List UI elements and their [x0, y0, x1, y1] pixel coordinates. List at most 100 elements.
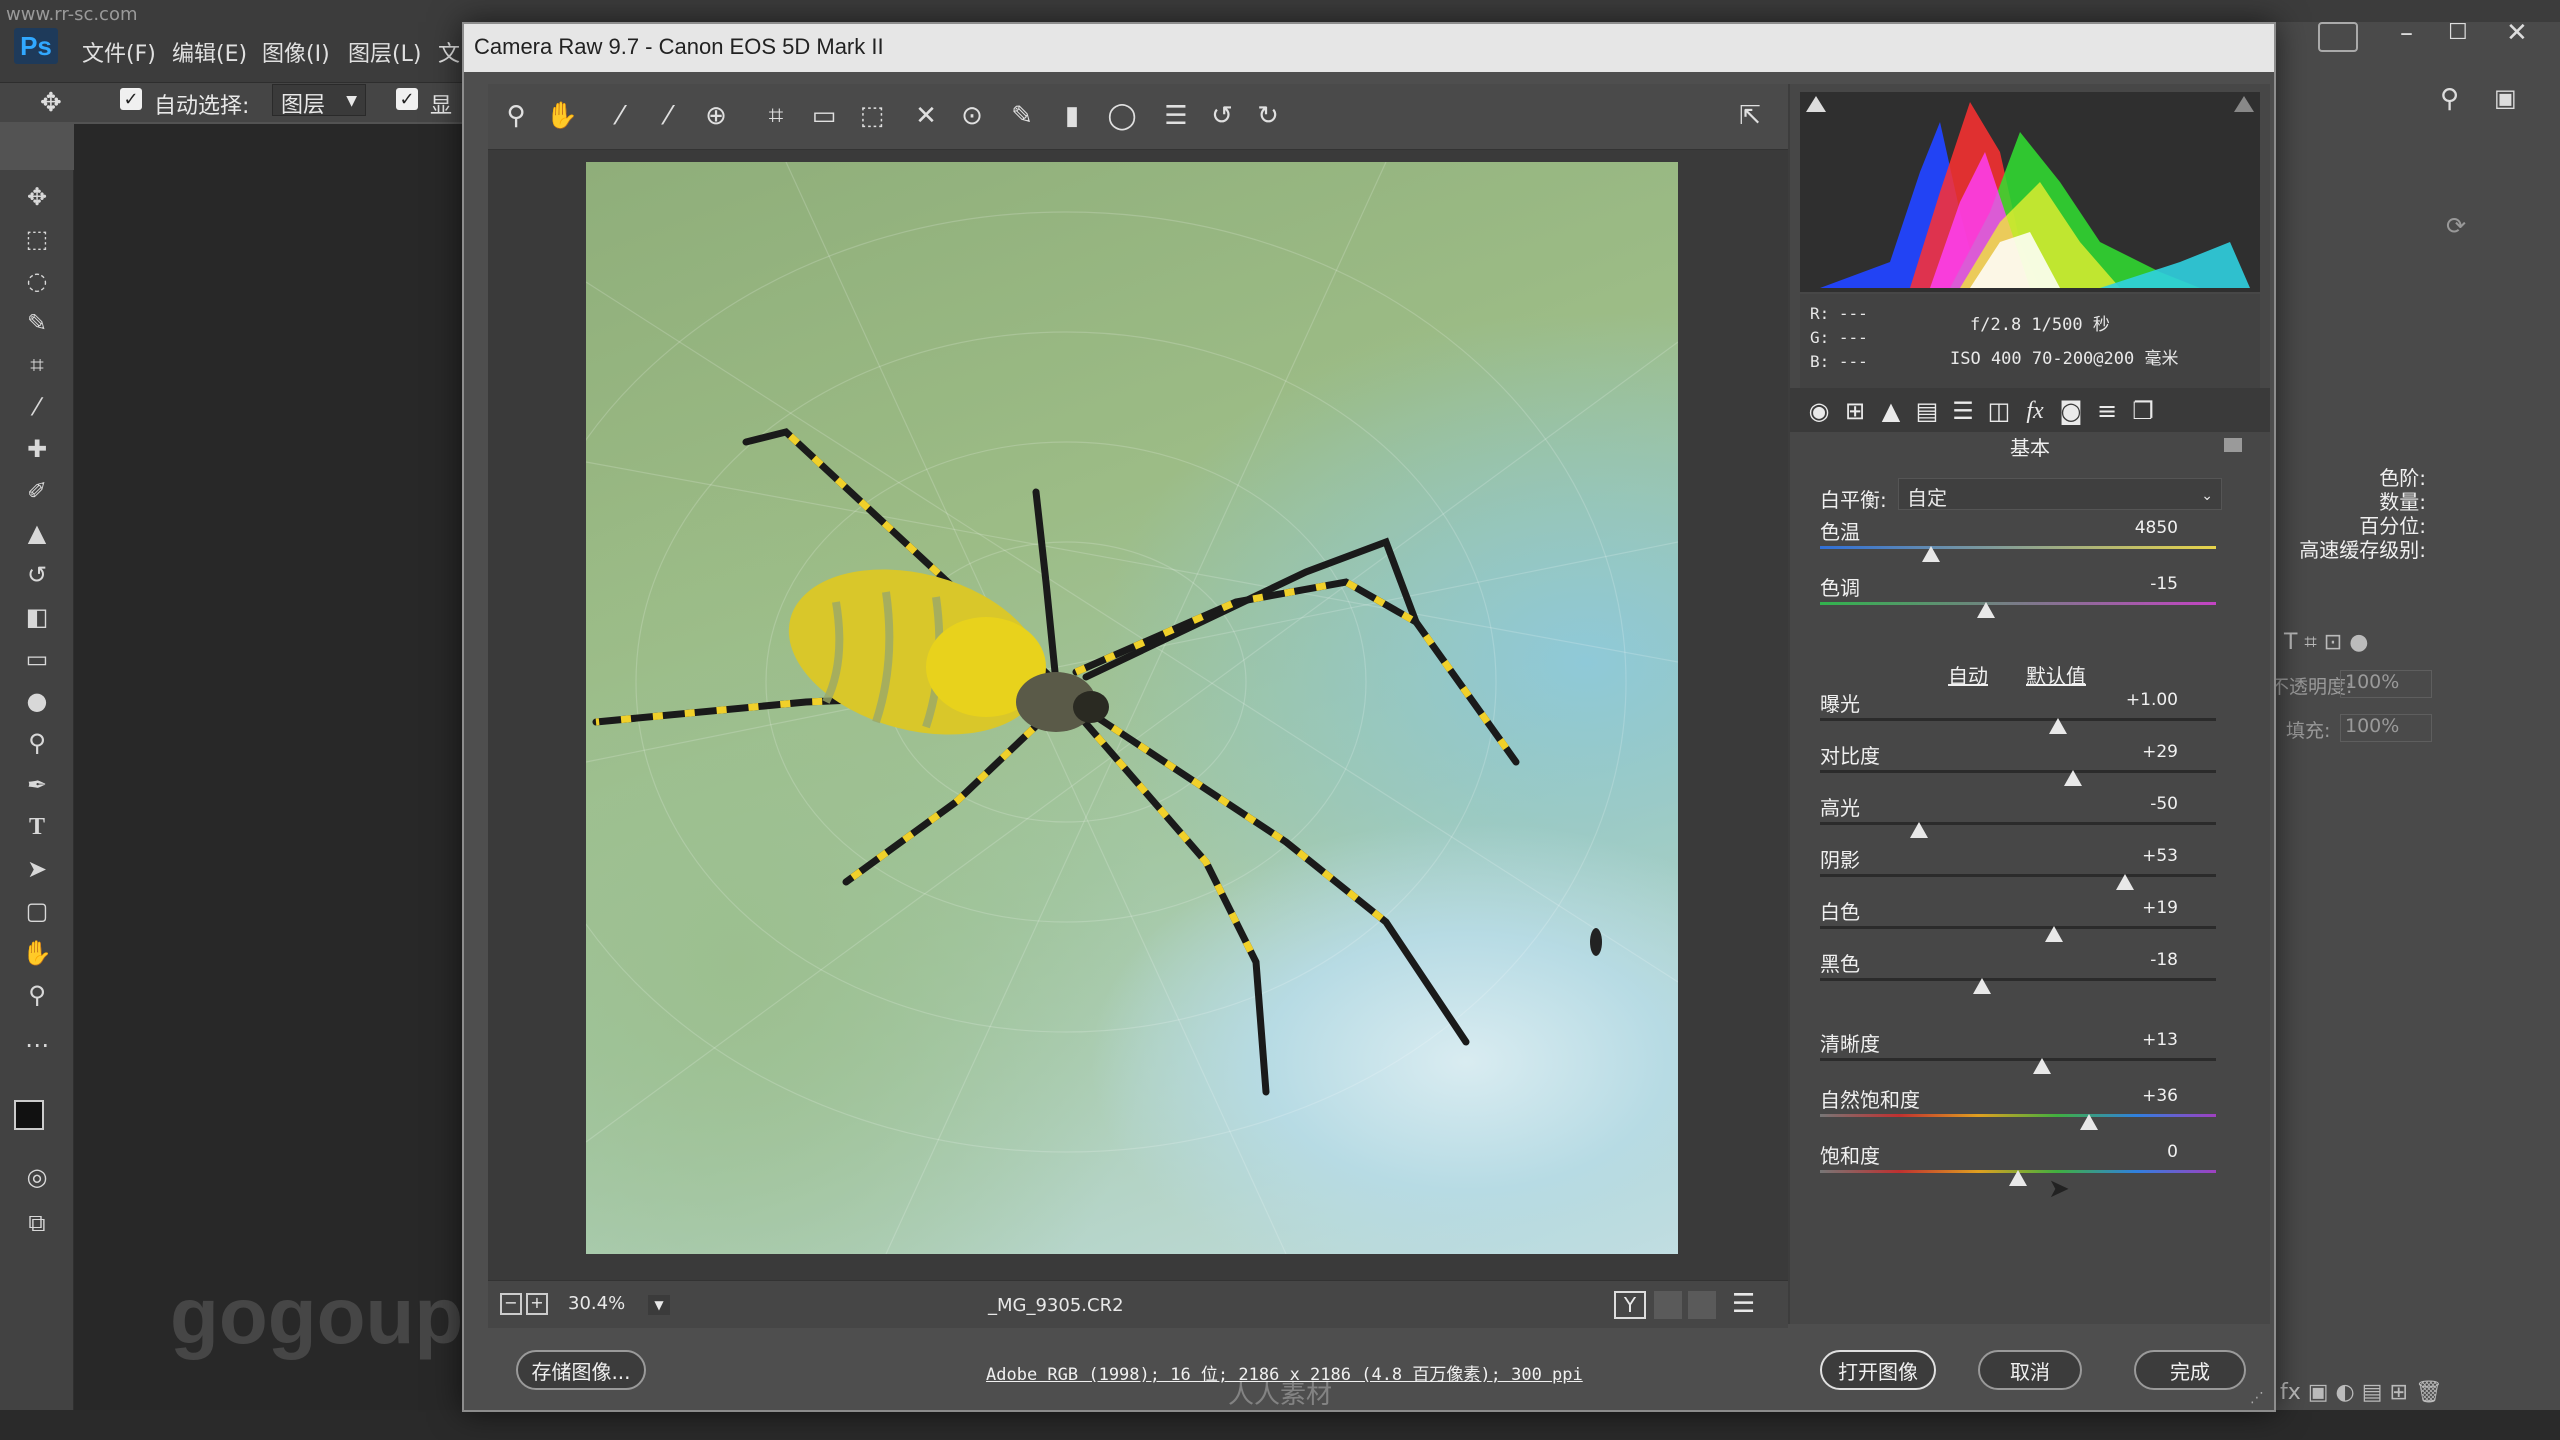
- tab-camera-calibration-icon[interactable]: ◙: [2056, 396, 2086, 426]
- slider-track[interactable]: [1820, 718, 2216, 721]
- move-tool-icon[interactable]: ✥: [40, 88, 62, 118]
- marquee-icon[interactable]: ⬚: [20, 222, 54, 256]
- foreground-color-swatch[interactable]: [14, 1100, 44, 1130]
- show-transform-checkbox[interactable]: ✓: [396, 88, 418, 110]
- workspace-icon[interactable]: [2318, 22, 2358, 52]
- eyedropper-icon[interactable]: ⁄: [20, 390, 54, 424]
- radial-filter-icon[interactable]: ◯: [1104, 98, 1140, 134]
- zoom-dropdown-icon[interactable]: ▼: [648, 1295, 670, 1315]
- blur-icon[interactable]: ●: [20, 684, 54, 718]
- slider-thumb[interactable]: [1973, 978, 1992, 994]
- transform-tool-icon[interactable]: ⬚: [854, 98, 890, 134]
- gradient-icon[interactable]: ▭: [20, 642, 54, 676]
- slider-value[interactable]: 0: [2118, 1142, 2178, 1162]
- crop-tool-icon[interactable]: ⌗: [758, 98, 794, 134]
- panel-menu-icon[interactable]: [2224, 438, 2242, 452]
- slider-thumb[interactable]: [2009, 1170, 2027, 1186]
- slider-thumb[interactable]: [2032, 1058, 2051, 1074]
- slider-value[interactable]: -50: [2118, 794, 2178, 814]
- slider-thumb[interactable]: [1977, 602, 1996, 618]
- slider-thumb[interactable]: [2048, 718, 2067, 734]
- type-icon[interactable]: T: [20, 810, 54, 844]
- tab-tone-curve-icon[interactable]: ⊞: [1840, 396, 1870, 426]
- red-eye-icon[interactable]: ⊙: [954, 98, 990, 134]
- slider-value[interactable]: +29: [2118, 742, 2178, 762]
- slider-track[interactable]: [1820, 1058, 2216, 1061]
- before-after-icon[interactable]: [1654, 1291, 1682, 1319]
- close-icon[interactable]: ✕: [2506, 18, 2528, 48]
- layer-lock-icons[interactable]: T ⌗ ⊡ ●: [2284, 630, 2368, 655]
- tab-detail-icon[interactable]: ▲: [1876, 396, 1906, 426]
- slider-value[interactable]: +1.00: [2118, 690, 2178, 710]
- hand-tool-icon[interactable]: ✋: [544, 98, 580, 134]
- slider-value[interactable]: +36: [2118, 1086, 2178, 1106]
- adjustment-brush-icon[interactable]: ✎: [1004, 98, 1040, 134]
- auto-link[interactable]: 自动: [1948, 660, 1988, 689]
- eraser-icon[interactable]: ◧: [20, 600, 54, 634]
- rotate-left-icon[interactable]: ↺: [1204, 98, 1240, 134]
- slider-thumb[interactable]: [2064, 770, 2083, 786]
- preview-settings-icon[interactable]: ☰: [1732, 1289, 1755, 1319]
- tab-presets-icon[interactable]: ≡: [2092, 396, 2122, 426]
- cancel-button[interactable]: 取消: [1978, 1350, 2082, 1390]
- menu-text[interactable]: 文: [438, 36, 460, 68]
- auto-select-checkbox[interactable]: ✓: [120, 88, 142, 110]
- slider-track[interactable]: [1820, 546, 2216, 549]
- slider-track[interactable]: [1820, 874, 2216, 877]
- slider-track[interactable]: [1820, 978, 2216, 981]
- slider-thumb[interactable]: [1910, 822, 1928, 838]
- fullscreen-toggle-icon[interactable]: ⇱: [1732, 98, 1768, 134]
- done-button[interactable]: 完成: [2134, 1350, 2246, 1390]
- zoom-in-icon[interactable]: +: [526, 1293, 548, 1315]
- history-brush-icon[interactable]: ↺: [20, 558, 54, 592]
- slider-track[interactable]: [1820, 926, 2216, 929]
- auto-select-dropdown[interactable]: 图层 ▼: [272, 84, 366, 118]
- slider-value[interactable]: 4850: [2118, 518, 2178, 538]
- slider-value[interactable]: -18: [2118, 950, 2178, 970]
- slider-thumb[interactable]: [2080, 1114, 2099, 1130]
- crop-icon[interactable]: ⌗: [20, 348, 54, 382]
- menu-edit[interactable]: 编辑(E): [172, 36, 247, 68]
- swap-settings-icon[interactable]: [1688, 1291, 1716, 1319]
- zoom-level[interactable]: 30.4%: [568, 1293, 625, 1314]
- spot-removal-icon[interactable]: ✕: [908, 98, 944, 134]
- slider-track[interactable]: [1820, 602, 2216, 605]
- preferences-icon[interactable]: ☰: [1158, 98, 1194, 134]
- tab-snapshots-icon[interactable]: ❐: [2128, 396, 2158, 426]
- targeted-adjust-icon[interactable]: ⊕: [698, 98, 734, 134]
- tab-hsl-icon[interactable]: ▤: [1912, 396, 1942, 426]
- layer-footer-icons[interactable]: fx ▣ ◐ ▤ ⊞ 🗑: [2280, 1380, 2443, 1405]
- color-sampler-icon[interactable]: ⁄: [650, 98, 686, 134]
- slider-value[interactable]: +19: [2118, 898, 2178, 918]
- dodge-icon[interactable]: ⚲: [20, 726, 54, 760]
- preview-mode-button[interactable]: Y: [1614, 1291, 1646, 1319]
- rotate-right-icon[interactable]: ↻: [1250, 98, 1286, 134]
- search-icon[interactable]: ⚲: [2440, 84, 2459, 114]
- slider-value[interactable]: -15: [2118, 574, 2178, 594]
- healing-icon[interactable]: ✚: [20, 432, 54, 466]
- default-link[interactable]: 默认值: [2026, 660, 2086, 689]
- fill-field[interactable]: 100%: [2340, 714, 2432, 742]
- hand-icon[interactable]: ✋: [20, 936, 54, 970]
- brush-icon[interactable]: ✐: [20, 474, 54, 508]
- stamp-icon[interactable]: ▲: [20, 516, 54, 550]
- move-icon[interactable]: ✥: [20, 180, 54, 214]
- save-image-button[interactable]: 存储图像...: [516, 1350, 646, 1390]
- tab-split-toning-icon[interactable]: ☰: [1948, 396, 1978, 426]
- panel-layout-icon[interactable]: ▣: [2494, 84, 2517, 112]
- slider-value[interactable]: +53: [2118, 846, 2178, 866]
- lasso-icon[interactable]: ◌: [20, 264, 54, 298]
- slider-thumb[interactable]: [1921, 546, 1940, 562]
- slider-track[interactable]: [1820, 822, 2216, 825]
- menu-file[interactable]: 文件(F): [82, 36, 156, 68]
- opacity-field[interactable]: 100%: [2340, 670, 2432, 698]
- zoom-icon[interactable]: ⚲: [20, 978, 54, 1012]
- straighten-tool-icon[interactable]: ▭: [806, 98, 842, 134]
- graduated-filter-icon[interactable]: ▮: [1054, 98, 1090, 134]
- spider-photo-preview[interactable]: [586, 162, 1678, 1254]
- slider-thumb[interactable]: [2115, 874, 2134, 890]
- more-tools-icon[interactable]: ⋯: [20, 1028, 54, 1062]
- quick-mask-icon[interactable]: ◎: [20, 1160, 54, 1194]
- menu-image[interactable]: 图像(I): [262, 36, 330, 68]
- menu-layer[interactable]: 图层(L): [348, 36, 421, 68]
